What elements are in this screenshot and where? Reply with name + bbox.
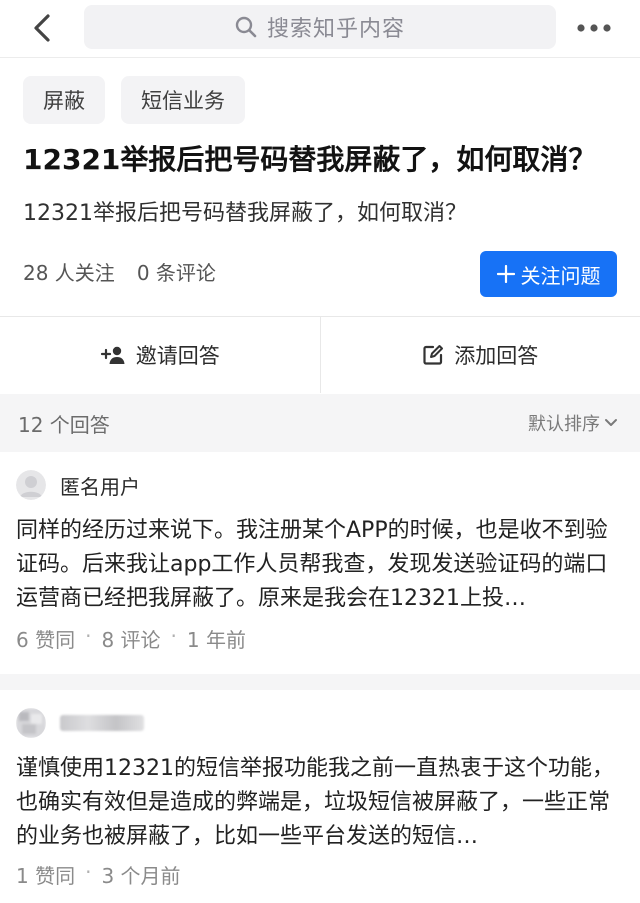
chevron-left-icon: [34, 14, 50, 42]
question-description[interactable]: 12321举报后把号码替我屏蔽了，如何取消？: [23, 196, 623, 232]
sort-label: 默认排序: [528, 414, 600, 435]
top-bar: 搜索知乎内容: [0, 0, 640, 56]
author-name: 匿名用户: [60, 474, 140, 499]
author-name-blurred: [60, 715, 144, 731]
answer-excerpt[interactable]: 谨慎使用12321的短信举报功能我之前一直热衷于这个功能，也确实有效但是造成的弊…: [16, 752, 626, 854]
edit-icon: [423, 345, 444, 365]
plus-icon: [496, 265, 515, 283]
topic-tags: 屏蔽 短信业务: [23, 76, 245, 124]
meta-separator: ·: [85, 860, 92, 884]
answer-meta: 6 赞同 · 8 评论 · 1 年前: [16, 624, 246, 653]
answers-count: 12 个回答: [18, 412, 110, 437]
followers-count[interactable]: 28 人关注: [23, 258, 115, 288]
search-icon: [235, 16, 257, 38]
search-input[interactable]: 搜索知乎内容: [84, 5, 556, 49]
answer-card[interactable]: 匿名用户 同样的经历过来说下。我注册某个APP的时候，也是收不到验证码。后来我让…: [0, 452, 640, 674]
invite-answer-button[interactable]: 邀请回答: [0, 317, 320, 393]
follow-question-button[interactable]: 关注问题: [480, 251, 617, 297]
answer-excerpt[interactable]: 同样的经历过来说下。我注册某个APP的时候，也是收不到验证码。后来我让app工作…: [16, 514, 626, 616]
answer-card[interactable]: 谨慎使用12321的短信举报功能我之前一直热衷于这个功能，也确实有效但是造成的弊…: [0, 690, 640, 903]
divider: [0, 57, 640, 58]
topic-tag[interactable]: 屏蔽: [23, 76, 105, 124]
invite-user-icon: [100, 346, 125, 364]
question-stats: 28 人关注 0 条评论: [23, 258, 216, 288]
answer-author[interactable]: 匿名用户: [16, 470, 140, 500]
meta-separator: ·: [85, 624, 92, 648]
meta-separator: ·: [170, 624, 177, 648]
add-answer-label: 添加回答: [454, 344, 539, 368]
avatar: [16, 470, 46, 500]
add-answer-button[interactable]: 添加回答: [321, 317, 640, 393]
invite-answer-label: 邀请回答: [135, 344, 220, 368]
vote-count: 1 赞同: [16, 864, 76, 888]
vote-count: 6 赞同: [16, 628, 76, 652]
sort-dropdown[interactable]: 默认排序: [528, 410, 618, 436]
action-row: 邀请回答 添加回答: [0, 317, 640, 393]
more-button[interactable]: [570, 10, 618, 46]
back-button[interactable]: [24, 10, 60, 46]
topic-tag[interactable]: 短信业务: [121, 76, 245, 124]
search-placeholder: 搜索知乎内容: [266, 17, 405, 42]
answer-meta: 1 赞同 · 3 个月前: [16, 860, 181, 889]
comments-count[interactable]: 0 条评论: [137, 258, 216, 288]
more-icon: [577, 24, 611, 32]
chevron-down-icon: [605, 419, 617, 426]
answer-author[interactable]: [16, 708, 144, 738]
answer-separator-band: [0, 674, 640, 690]
comment-count[interactable]: 8 评论: [101, 624, 160, 653]
question-title: 12321举报后把号码替我屏蔽了，如何取消？: [23, 143, 597, 176]
answer-time: 3 个月前: [101, 864, 181, 888]
answers-header: 12 个回答 默认排序: [0, 394, 640, 452]
answer-time: 1 年前: [186, 628, 246, 652]
avatar: [16, 708, 46, 738]
follow-label: 关注问题: [520, 263, 601, 288]
